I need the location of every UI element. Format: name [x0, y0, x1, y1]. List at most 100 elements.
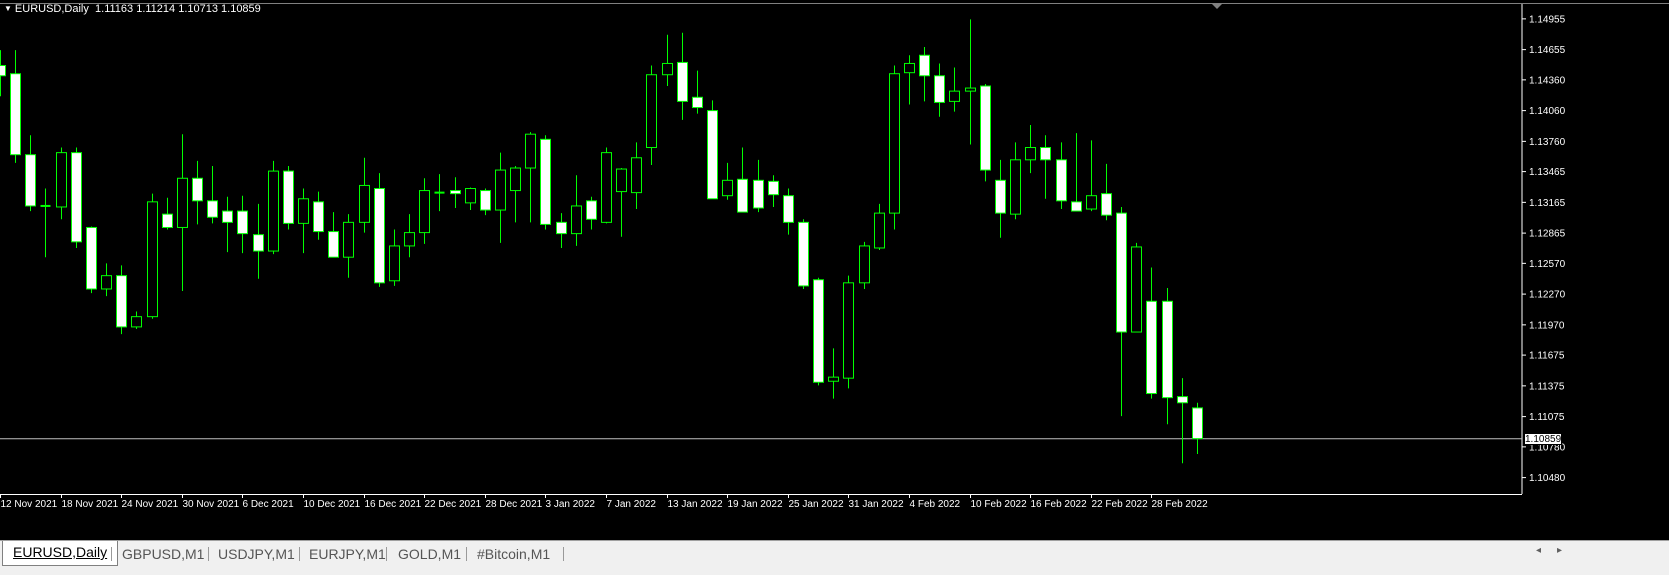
candle [162, 197, 173, 230]
chart-symbol: EURUSD,Daily [14, 3, 89, 15]
candle [904, 55, 915, 105]
candle-body [207, 200, 218, 218]
candle-body [222, 210, 233, 223]
chart-frame [0, 3, 1669, 495]
candle [768, 175, 779, 207]
candle [1177, 378, 1188, 464]
chart-window[interactable]: 1.14955 1.14655 1.14360 1.14060 1.13760 1.134… [0, 0, 1669, 540]
candle-body [677, 61, 688, 102]
candle-body [1086, 195, 1097, 210]
price-tick-label: 1.12865 [1529, 229, 1566, 240]
candle [283, 165, 294, 230]
candle [722, 162, 733, 200]
candle-body [56, 152, 67, 208]
candle-body [328, 231, 339, 258]
candle-body [1116, 212, 1127, 333]
price-tick-label: 1.12570 [1529, 259, 1566, 270]
price-tick-label: 1.13165 [1529, 198, 1566, 209]
candle [495, 152, 506, 243]
candle [207, 165, 218, 224]
tab-scroll-right-icon[interactable]: ▸ [1557, 545, 1562, 556]
candle [253, 203, 264, 279]
tab-scroll-left-icon[interactable]: ◂ [1536, 545, 1541, 556]
price-tick-label: 1.11375 [1529, 381, 1565, 392]
candlestick-chart[interactable]: 1.14955 1.14655 1.14360 1.14060 1.13760 1.134… [0, 0, 1669, 540]
tab-eurjpy-m1[interactable]: EURJPY,M1 [299, 543, 396, 565]
candle-body [525, 133, 536, 169]
candle-body [283, 170, 294, 224]
candle [0, 50, 6, 97]
candle-body [1010, 159, 1021, 215]
candle [10, 50, 21, 163]
candle [313, 191, 324, 240]
candle [828, 348, 839, 399]
candle-body [707, 110, 718, 200]
candle-body [359, 184, 370, 223]
candle-body [753, 179, 764, 209]
candle-body [904, 62, 915, 74]
candle-body [313, 201, 324, 233]
candle-body [813, 279, 824, 383]
tab-separator [386, 547, 387, 561]
candle [71, 147, 82, 248]
candle-body [253, 234, 264, 252]
price-tick-label: 1.14360 [1529, 75, 1566, 86]
candle-body [1040, 147, 1051, 161]
candle [1040, 135, 1051, 199]
candle [147, 193, 158, 319]
tab-eurusd-daily[interactable]: EURUSD,Daily [2, 541, 119, 566]
time-tick-label: 16 Feb 2022 [1031, 499, 1088, 510]
time-tick-label: 16 Dec 2021 [365, 499, 422, 510]
candle [480, 188, 491, 216]
candle [192, 160, 203, 225]
chart-ohlc: 1.11163 1.11214 1.10713 1.10859 [95, 3, 261, 15]
candle-body [556, 221, 567, 235]
candle-body [192, 177, 203, 202]
candle [1131, 242, 1142, 333]
candle-body [1056, 159, 1067, 202]
tab-gold-m1[interactable]: GOLD,M1 [388, 543, 471, 565]
candle-body [616, 168, 627, 193]
candle-body [783, 195, 794, 223]
price-tick-label: 1.13465 [1529, 167, 1566, 178]
candle-body [1177, 396, 1188, 404]
candle [889, 65, 900, 230]
candle [692, 70, 703, 114]
candle-body [116, 275, 127, 328]
candle-body [1192, 407, 1203, 440]
candle-body [495, 169, 506, 211]
candle [328, 212, 339, 258]
current-price-label: 1.10859 [1524, 432, 1562, 445]
candle-body [71, 152, 82, 243]
candle [1025, 124, 1036, 174]
candle-body [237, 210, 248, 235]
candle-body [934, 75, 945, 103]
candle [525, 132, 536, 223]
tab-usdjpy-m1[interactable]: USDJPY,M1 [208, 543, 305, 565]
time-tick-label: 18 Nov 2021 [62, 499, 119, 510]
candle [298, 188, 309, 254]
candle [131, 311, 142, 329]
candle [1162, 287, 1173, 425]
candle [1192, 402, 1203, 455]
candle [616, 168, 627, 237]
candle-body [949, 90, 960, 102]
candle [116, 265, 127, 335]
candle-body [343, 221, 354, 258]
chart-menu-arrow-icon[interactable]: ▼ [4, 4, 12, 13]
candle [874, 203, 885, 251]
candle [404, 214, 415, 258]
tab-bitcoin-m1[interactable]: #Bitcoin,M1 [467, 543, 560, 565]
price-tick-label: 1.10480 [1529, 473, 1566, 484]
candle [843, 275, 854, 389]
candle [465, 187, 476, 211]
price-tick-label: 1.13760 [1529, 137, 1566, 148]
time-tick-label: 22 Feb 2022 [1092, 499, 1149, 510]
candle-body [374, 188, 385, 284]
time-tick-label: 22 Dec 2021 [425, 499, 482, 510]
time-tick-label: 10 Feb 2022 [971, 499, 1028, 510]
price-tick-label: 1.14955 [1529, 14, 1566, 25]
tab-gbpusd-m1[interactable]: GBPUSD,M1 [112, 543, 214, 565]
candle [753, 159, 764, 213]
time-tick-label: 25 Jan 2022 [789, 499, 844, 510]
